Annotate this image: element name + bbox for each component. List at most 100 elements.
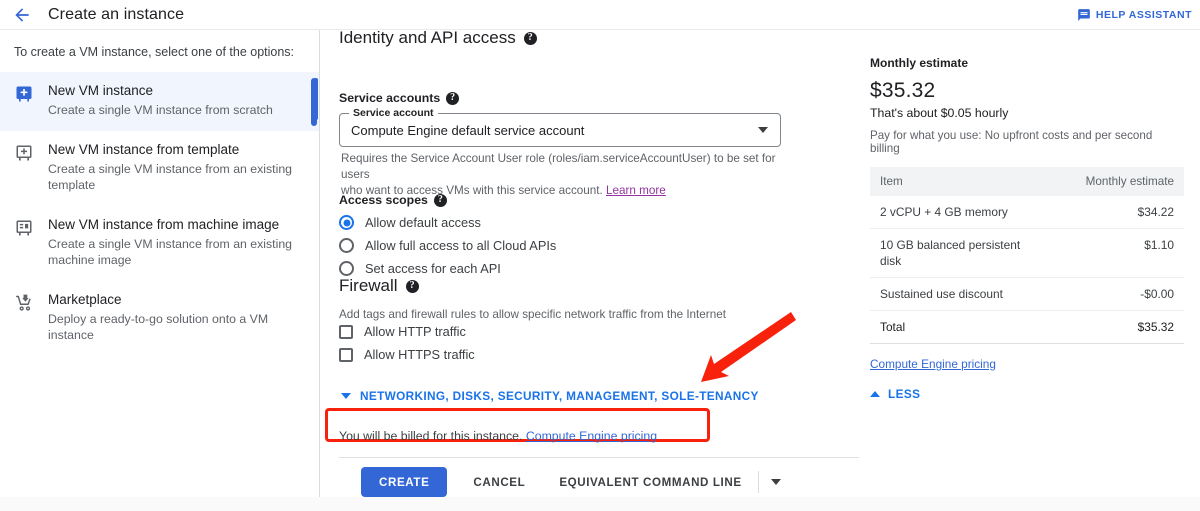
table-row: 10 GB balanced persistent disk $1.10 bbox=[870, 228, 1184, 278]
help-icon[interactable]: ? bbox=[523, 31, 537, 45]
learn-more-link[interactable]: Learn more bbox=[606, 184, 666, 197]
firewall-description: Add tags and firewall rules to allow spe… bbox=[339, 308, 726, 321]
service-accounts-label-text: Service accounts bbox=[339, 91, 441, 105]
table-row-total: Total $35.32 bbox=[870, 310, 1184, 344]
help-assistant-button[interactable]: HELP ASSISTANT bbox=[1077, 0, 1192, 30]
table-header-row: Item Monthly estimate bbox=[870, 167, 1184, 196]
hint-line-1: Requires the Service Account User role (… bbox=[341, 152, 776, 181]
sidebar-item-desc: Deploy a ready-to-go solution onto a VM … bbox=[48, 311, 269, 343]
row-value: $35.32 bbox=[1052, 310, 1184, 344]
table-row: 2 vCPU + 4 GB memory $34.22 bbox=[870, 196, 1184, 229]
vm-instance-add-icon bbox=[14, 82, 36, 119]
advanced-options-label: NETWORKING, DISKS, SECURITY, MANAGEMENT,… bbox=[360, 389, 759, 403]
compute-engine-pricing-link[interactable]: Compute Engine pricing bbox=[526, 429, 657, 443]
help-icon[interactable]: ? bbox=[433, 193, 447, 207]
marketplace-cart-icon bbox=[14, 291, 36, 344]
back-button[interactable] bbox=[0, 0, 44, 30]
sidebar-item-desc: Create a single VM instance from scratch bbox=[48, 103, 273, 118]
access-scopes-label-text: Access scopes bbox=[339, 193, 428, 207]
action-bar: CREATE CANCEL EQUIVALENT COMMAND LINE bbox=[361, 467, 789, 497]
radio-set-access-each-api[interactable]: Set access for each API bbox=[339, 261, 501, 276]
advanced-options-toggle[interactable]: NETWORKING, DISKS, SECURITY, MANAGEMENT,… bbox=[341, 389, 759, 403]
estimate-price: $35.32 bbox=[870, 79, 936, 102]
help-assistant-label: HELP ASSISTANT bbox=[1095, 9, 1192, 21]
arrow-left-icon bbox=[12, 5, 32, 25]
machine-image-icon bbox=[14, 216, 36, 269]
checkbox-allow-https-traffic[interactable]: Allow HTTPS traffic bbox=[339, 347, 475, 362]
row-item: 10 GB balanced persistent disk bbox=[870, 228, 1053, 278]
sidebar-item-new-vm-from-template[interactable]: New VM instance from template Create a s… bbox=[0, 131, 319, 206]
checkbox-label: Allow HTTP traffic bbox=[364, 324, 466, 339]
firewall-heading-text: Firewall bbox=[339, 276, 398, 295]
sidebar-item-desc: Create a single VM instance from an exis… bbox=[48, 236, 293, 268]
radio-indicator bbox=[339, 238, 354, 253]
radio-label: Set access for each API bbox=[365, 261, 501, 276]
billing-note-text: You will be billed for this instance. bbox=[339, 429, 523, 443]
comment-icon bbox=[1077, 8, 1091, 22]
monthly-estimate-panel: Monthly estimate $35.32 That's about $0.… bbox=[860, 30, 1200, 511]
vm-template-add-icon bbox=[14, 141, 36, 194]
sidebar-item-title: New VM instance bbox=[48, 83, 154, 99]
help-icon[interactable]: ? bbox=[446, 91, 460, 105]
sidebar-item-marketplace[interactable]: Marketplace Deploy a ready-to-go solutio… bbox=[0, 281, 319, 356]
sidebar-scrollbar[interactable] bbox=[311, 78, 317, 126]
estimate-note: Pay for what you use: No upfront costs a… bbox=[870, 129, 1153, 155]
checkbox-allow-http-traffic[interactable]: Allow HTTP traffic bbox=[339, 324, 466, 339]
row-item: 2 vCPU + 4 GB memory bbox=[870, 196, 1053, 229]
checkbox-indicator bbox=[339, 324, 353, 339]
sidebar-item-title: New VM instance from template bbox=[48, 141, 240, 157]
row-item: Sustained use discount bbox=[870, 277, 1053, 311]
equivalent-command-line-menu-button[interactable] bbox=[763, 467, 789, 497]
sidebar-item-title: Marketplace bbox=[48, 291, 122, 307]
radio-allow-full-access[interactable]: Allow full access to all Cloud APIs bbox=[339, 238, 556, 253]
radio-allow-default-access[interactable]: Allow default access bbox=[339, 215, 481, 230]
radio-indicator bbox=[339, 261, 354, 276]
main-panel: Identity and API access ? Service accoun… bbox=[321, 30, 859, 511]
identity-section-heading: Identity and API access ? bbox=[321, 30, 537, 48]
sidebar-item-title: New VM instance from machine image bbox=[48, 216, 280, 232]
action-separator bbox=[757, 471, 759, 493]
service-account-legend: Service account bbox=[349, 107, 438, 119]
chevron-up-icon bbox=[870, 391, 880, 397]
sidebar-item-desc: Create a single VM instance from an exis… bbox=[48, 161, 293, 193]
estimate-hourly: That's about $0.05 hourly bbox=[870, 106, 1009, 120]
create-instance-page: Create an instance HELP ASSISTANT To cre… bbox=[0, 0, 1200, 511]
checkbox-indicator bbox=[339, 347, 353, 362]
estimate-title: Monthly estimate bbox=[870, 56, 969, 70]
chevron-down-icon bbox=[341, 393, 351, 399]
equivalent-command-line-button[interactable]: EQUIVALENT COMMAND LINE bbox=[547, 467, 753, 497]
billing-note: You will be billed for this instance. Co… bbox=[339, 429, 657, 443]
sidebar-item-new-vm-from-machine-image[interactable]: New VM instance from machine image Creat… bbox=[0, 206, 319, 281]
row-item: Total bbox=[870, 310, 1053, 344]
sidebar-intro: To create a VM instance, select one of t… bbox=[14, 45, 295, 59]
table-row: Sustained use discount -$0.00 bbox=[870, 277, 1184, 311]
radio-indicator bbox=[339, 215, 354, 230]
estimate-table: Item Monthly estimate 2 vCPU + 4 GB memo… bbox=[870, 167, 1184, 344]
help-icon[interactable]: ? bbox=[405, 279, 419, 293]
less-label: LESS bbox=[888, 387, 921, 401]
radio-label: Allow default access bbox=[365, 215, 481, 230]
column-header-monthly-estimate: Monthly estimate bbox=[1052, 167, 1184, 196]
row-value: -$0.00 bbox=[1052, 277, 1184, 311]
row-value: $34.22 bbox=[1052, 196, 1184, 229]
page-title: Create an instance bbox=[48, 5, 185, 23]
column-header-item: Item bbox=[870, 167, 1053, 196]
checkbox-label: Allow HTTPS traffic bbox=[364, 347, 475, 362]
action-divider bbox=[339, 457, 859, 458]
estimate-pricing-link[interactable]: Compute Engine pricing bbox=[870, 357, 996, 371]
cancel-button[interactable]: CANCEL bbox=[461, 467, 537, 497]
access-scopes-label: Access scopes ? bbox=[339, 193, 447, 207]
identity-heading-text: Identity and API access bbox=[339, 30, 516, 47]
service-accounts-label: Service accounts ? bbox=[339, 91, 460, 105]
less-toggle[interactable]: LESS bbox=[870, 387, 1184, 401]
service-account-select[interactable]: Service account Compute Engine default s… bbox=[339, 107, 781, 147]
firewall-section-heading: Firewall ? bbox=[321, 276, 419, 296]
service-account-hint: Requires the Service Account User role (… bbox=[341, 151, 801, 199]
sidebar-item-new-vm-instance[interactable]: New VM instance Create a single VM insta… bbox=[0, 72, 319, 131]
radio-label: Allow full access to all Cloud APIs bbox=[365, 238, 557, 253]
create-button[interactable]: CREATE bbox=[361, 467, 448, 497]
bottom-strip bbox=[0, 497, 1200, 511]
chevron-down-icon bbox=[770, 479, 781, 485]
sidebar: To create a VM instance, select one of t… bbox=[0, 30, 320, 511]
row-value: $1.10 bbox=[1052, 228, 1184, 278]
